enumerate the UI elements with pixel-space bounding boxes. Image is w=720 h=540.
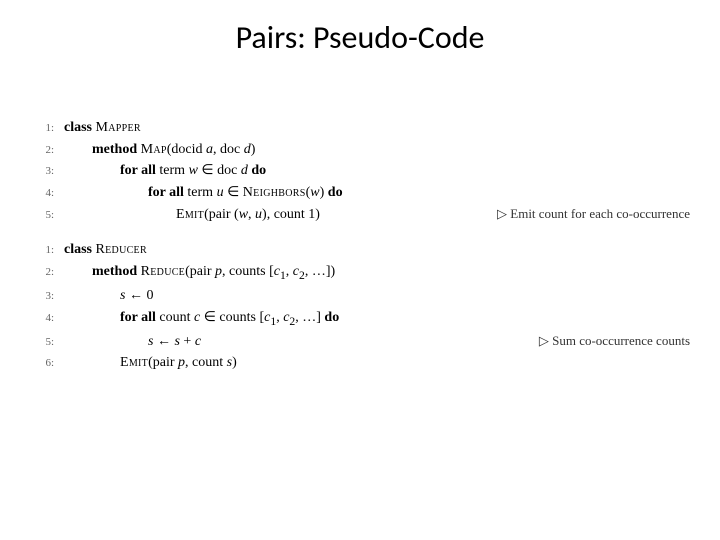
- line-number: 4:: [28, 185, 64, 202]
- code-text: for all term u ∈ Neighbors(w) do: [64, 182, 700, 204]
- reducer-block: 1: class Reducer 2: method Reduce(pair p…: [0, 239, 720, 374]
- code-text: method Map(docid a, doc d): [64, 139, 700, 161]
- code-line: 3: s ← 0: [28, 285, 700, 307]
- code-text: class Reducer: [64, 239, 700, 261]
- code-line: 2: method Reduce(pair p, counts [c1, c2,…: [28, 261, 700, 285]
- code-line: 4: for all term u ∈ Neighbors(w) do: [28, 182, 700, 204]
- code-comment: ▷ Sum co-occurrence counts: [539, 331, 700, 351]
- line-number: 2:: [28, 142, 64, 159]
- code-text: for all term w ∈ doc d do: [64, 160, 700, 182]
- line-number: 3:: [28, 163, 64, 180]
- code-text: Emit(pair (w, u), count 1): [64, 204, 497, 226]
- code-text: method Reduce(pair p, counts [c1, c2, …]…: [64, 261, 700, 285]
- code-line: 1: class Reducer: [28, 239, 700, 261]
- line-number: 4:: [28, 310, 64, 327]
- code-line: 6: Emit(pair p, count s): [28, 352, 700, 374]
- mapper-block: 1: class Mapper 2: method Map(docid a, d…: [0, 117, 720, 225]
- code-line: 5: s ← s + c ▷ Sum co-occurrence counts: [28, 331, 700, 353]
- code-line: 2: method Map(docid a, doc d): [28, 139, 700, 161]
- code-line: 1: class Mapper: [28, 117, 700, 139]
- line-number: 5:: [28, 207, 64, 224]
- code-text: class Mapper: [64, 117, 700, 139]
- slide-title: Pairs: Pseudo-Code: [0, 0, 720, 117]
- line-number: 1:: [28, 242, 64, 259]
- code-text: for all count c ∈ counts [c1, c2, …] do: [64, 307, 700, 331]
- code-comment: ▷ Emit count for each co-occurrence: [497, 204, 700, 224]
- line-number: 2:: [28, 264, 64, 281]
- code-text: s ← s + c: [64, 331, 539, 353]
- slide: Pairs: Pseudo-Code 1: class Mapper 2: me…: [0, 0, 720, 540]
- code-text: Emit(pair p, count s): [64, 352, 700, 374]
- line-number: 3:: [28, 288, 64, 305]
- code-line: 4: for all count c ∈ counts [c1, c2, …] …: [28, 307, 700, 331]
- code-text: s ← 0: [64, 285, 700, 307]
- code-line: 3: for all term w ∈ doc d do: [28, 160, 700, 182]
- line-number: 1:: [28, 120, 64, 137]
- line-number: 6:: [28, 355, 64, 372]
- line-number: 5:: [28, 334, 64, 351]
- code-line: 5: Emit(pair (w, u), count 1) ▷ Emit cou…: [28, 204, 700, 226]
